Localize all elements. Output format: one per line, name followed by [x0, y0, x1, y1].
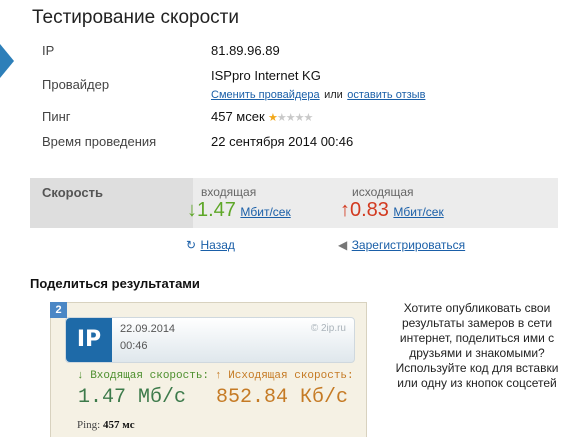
- share-description: Хотите опубликовать свои результаты заме…: [395, 301, 559, 390]
- provider-links-separator: или: [324, 89, 343, 101]
- page-title: Тестирование скорости: [32, 7, 239, 28]
- incoming-speed-value: 1.47: [197, 199, 236, 221]
- incoming-unit-link[interactable]: Мбит/сек: [240, 205, 290, 219]
- outgoing-speed: ↑0.83 Мбит/сек: [340, 199, 444, 222]
- star-empty-icon: ★: [285, 112, 296, 124]
- star-empty-icon: ★: [294, 112, 305, 124]
- ip-label: IP: [42, 43, 55, 58]
- register-action[interactable]: ◀ Зарегистрироваться: [338, 236, 465, 254]
- star-empty-icon: ★: [276, 112, 287, 124]
- provider-links: Сменить провайдера или оставить отзыв: [211, 85, 425, 103]
- card-time: 00:46: [120, 340, 148, 352]
- speed-panel: Скорость входящая ↓1.47 Мбит/сек исходящ…: [30, 178, 558, 228]
- incoming-label: входящая: [201, 185, 257, 199]
- side-arrow-tab[interactable]: [0, 44, 14, 78]
- arrow-up-icon: ↑: [340, 199, 350, 221]
- back-action[interactable]: ↻ Назад: [186, 236, 235, 254]
- leave-review-link[interactable]: оставить отзыв: [347, 89, 425, 101]
- card-ping-label: Ping:: [77, 419, 101, 431]
- provider-value: ISPpro Internet KG: [211, 68, 321, 83]
- change-provider-link[interactable]: Сменить провайдера: [211, 89, 320, 101]
- ping-label: Пинг: [42, 109, 71, 124]
- card-outgoing-label: ↑ Исходящая скорость:: [215, 370, 354, 382]
- share-option-badge: 2: [50, 302, 67, 318]
- register-link[interactable]: Зарегистрироваться: [352, 238, 465, 252]
- card-ping-value: 457 мс: [102, 419, 135, 431]
- card-incoming-label: ↓ Входящая скорость:: [77, 370, 210, 382]
- outgoing-speed-value: 0.83: [350, 199, 389, 221]
- card-incoming-value: 1.47 Мб/с: [78, 386, 187, 409]
- ip-logo: IP: [66, 318, 112, 362]
- time-value: 22 сентября 2014 00:46: [211, 134, 354, 149]
- speed-header: Скорость: [42, 185, 103, 200]
- share-result-card[interactable]: IP 22.09.2014 00:46 © 2ip.ru ↓ Входящая …: [50, 302, 367, 437]
- share-section-title: Поделиться результатами: [30, 276, 200, 291]
- card-site-watermark: © 2ip.ru: [310, 323, 346, 334]
- arrow-down-icon: ↓: [187, 199, 197, 221]
- incoming-speed: ↓1.47 Мбит/сек: [187, 199, 291, 222]
- undo-arrow-icon: ↻: [186, 238, 197, 252]
- speed-header-cell: Скорость: [30, 178, 193, 228]
- ping-rating-stars: ★★★★★: [268, 111, 314, 124]
- time-label: Время проведения: [42, 134, 157, 149]
- card-ping: Ping: 457 мс: [77, 419, 135, 431]
- megaphone-icon: ◀: [338, 238, 348, 252]
- provider-label: Провайдер: [42, 77, 110, 92]
- star-empty-icon: ★: [303, 112, 314, 124]
- card-outgoing-value: 852.84 Кб/с: [216, 386, 349, 409]
- outgoing-label: исходящая: [352, 185, 414, 199]
- card-date: 22.09.2014: [120, 323, 176, 335]
- back-link[interactable]: Назад: [201, 238, 235, 252]
- star-filled-icon: ★: [268, 112, 278, 124]
- outgoing-unit-link[interactable]: Мбит/сек: [393, 205, 443, 219]
- card-header: IP 22.09.2014 00:46 © 2ip.ru: [65, 317, 355, 363]
- ip-value: 81.89.96.89: [211, 43, 280, 58]
- ping-value: 457 мсек: [211, 109, 265, 124]
